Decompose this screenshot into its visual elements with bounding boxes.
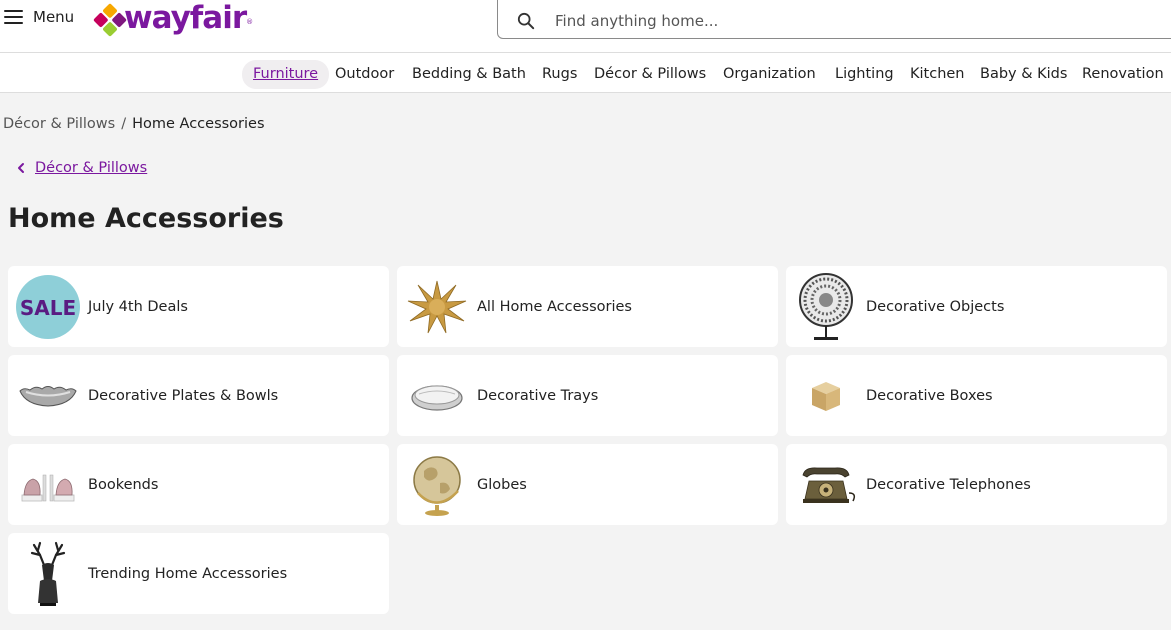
nav-item-outdoor[interactable]: Outdoor <box>335 60 394 89</box>
svg-text:SALE: SALE <box>20 296 76 320</box>
page-title: Home Accessories <box>8 203 284 234</box>
breadcrumb-parent[interactable]: Décor & Pillows <box>3 116 115 132</box>
deer-head-icon <box>8 533 88 614</box>
category-label: Decorative Plates & Bowls <box>88 387 279 404</box>
nav-item-renovation[interactable]: Renovation <box>1082 60 1164 89</box>
menu-label: Menu <box>33 8 75 26</box>
category-tile-decorative-trays[interactable]: Decorative Trays <box>397 355 778 436</box>
wayfair-logo[interactable]: wayfair® <box>93 0 253 37</box>
mosaic-disc-sculpture-icon <box>786 266 866 347</box>
hamburger-icon <box>4 10 23 24</box>
category-tile-july-4th-deals[interactable]: SALE July 4th Deals <box>8 266 389 347</box>
geode-bookends-icon <box>8 444 88 525</box>
category-tile-decorative-plates-bowls[interactable]: Decorative Plates & Bowls <box>8 355 389 436</box>
nav-item-decor-pillows[interactable]: Décor & Pillows <box>594 60 706 89</box>
category-tile-trending-home-accessories[interactable]: Trending Home Accessories <box>8 533 389 614</box>
category-label: July 4th Deals <box>88 298 188 315</box>
category-label: Decorative Trays <box>477 387 599 404</box>
logo-diamond-icon <box>93 2 127 37</box>
category-tile-globes[interactable]: Globes <box>397 444 778 525</box>
site-header: Menu wayfair® <box>0 0 1171 52</box>
breadcrumb-separator: / <box>121 116 127 132</box>
antique-globe-icon <box>397 444 477 525</box>
nav-item-organization[interactable]: Organization <box>723 60 816 89</box>
back-link-label: Décor & Pillows <box>35 160 148 176</box>
search-input[interactable] <box>555 11 1115 30</box>
chevron-left-icon <box>18 163 24 173</box>
wooden-box-icon <box>786 355 866 436</box>
breadcrumb: Décor & Pillows / Home Accessories <box>3 116 265 132</box>
logo-wordmark: wayfair® <box>124 0 253 36</box>
category-tile-all-home-accessories[interactable]: All Home Accessories <box>397 266 778 347</box>
category-tile-bookends[interactable]: Bookends <box>8 444 389 525</box>
search-bar[interactable] <box>497 0 1171 39</box>
category-label: Decorative Boxes <box>866 387 993 404</box>
gold-star-sculpture-icon <box>397 266 477 347</box>
category-nav: Furniture Outdoor Bedding & Bath Rugs Dé… <box>0 52 1171 93</box>
category-label: Globes <box>477 476 527 493</box>
category-tile-decorative-boxes[interactable]: Decorative Boxes <box>786 355 1167 436</box>
nav-item-kitchen[interactable]: Kitchen <box>910 60 965 89</box>
category-label: Decorative Telephones <box>866 476 1031 493</box>
category-label: Trending Home Accessories <box>88 565 288 582</box>
nav-item-furniture[interactable]: Furniture <box>242 60 330 89</box>
nav-item-bedding-bath[interactable]: Bedding & Bath <box>412 60 526 89</box>
nav-item-rugs[interactable]: Rugs <box>542 60 577 89</box>
nav-item-lighting[interactable]: Lighting <box>835 60 894 89</box>
vintage-telephone-icon <box>786 444 866 525</box>
category-label: Bookends <box>88 476 159 493</box>
menu-button[interactable]: Menu <box>4 8 74 26</box>
nav-item-baby-kids[interactable]: Baby & Kids <box>980 60 1067 89</box>
category-label: All Home Accessories <box>477 298 632 315</box>
sale-badge-icon: SALE <box>8 266 88 347</box>
search-icon <box>517 12 535 29</box>
back-link[interactable]: Décor & Pillows <box>16 160 147 176</box>
mirror-tray-icon <box>397 355 477 436</box>
category-tile-decorative-telephones[interactable]: Decorative Telephones <box>786 444 1167 525</box>
breadcrumb-current: Home Accessories <box>132 116 265 132</box>
category-tile-decorative-objects[interactable]: Decorative Objects <box>786 266 1167 347</box>
silver-bowl-icon <box>8 355 88 436</box>
category-label: Decorative Objects <box>866 298 1005 315</box>
